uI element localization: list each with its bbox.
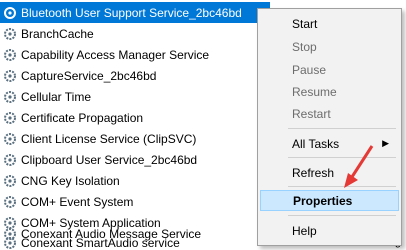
service-gear-icon — [4, 69, 16, 82]
menu-separator — [288, 157, 396, 158]
service-gear-icon — [4, 111, 16, 124]
menu-item-properties[interactable]: Properties — [260, 190, 399, 211]
service-row-com-event-system[interactable]: COM+ Event System — [0, 191, 270, 212]
menu-item-label: Restart — [292, 106, 331, 121]
service-gear-icon — [4, 195, 16, 208]
service-row-captureservice[interactable]: CaptureService_2bc46bd — [0, 65, 270, 86]
service-name: CNG Key Isolation — [21, 173, 120, 188]
menu-separator — [288, 215, 396, 216]
service-name: COM+ Event System — [21, 194, 134, 209]
menu-separator — [288, 128, 396, 129]
menu-item-label: Help — [292, 223, 317, 238]
service-name: Clipboard User Service_2bc46bd — [21, 152, 198, 167]
service-row-branchcache[interactable]: BranchCache — [0, 23, 270, 44]
submenu-arrow-icon: ▶ — [382, 138, 389, 148]
service-row-cellular-time[interactable]: Cellular Time — [0, 86, 270, 107]
service-name: Cellular Time — [21, 89, 92, 104]
menu-item-refresh[interactable]: Refresh — [260, 162, 399, 183]
service-row-client-license[interactable]: Client License Service (ClipSVC) — [0, 128, 270, 149]
menu-item-label: Refresh — [292, 165, 335, 180]
menu-item-pause[interactable]: Pause — [260, 59, 399, 80]
service-row-cng-key-isolation[interactable]: CNG Key Isolation — [0, 170, 270, 191]
service-name: Certificate Propagation — [21, 110, 144, 125]
service-name: Bluetooth User Support Service_2bc46bd — [21, 5, 242, 20]
service-gear-icon — [4, 6, 16, 19]
menu-item-start[interactable]: Start — [260, 13, 399, 34]
service-row-capability-access[interactable]: Capability Access Manager Service — [0, 44, 270, 65]
menu-item-help[interactable]: Help — [260, 220, 399, 241]
menu-separator — [288, 186, 396, 187]
service-name: CaptureService_2bc46bd — [21, 68, 157, 83]
service-gear-icon — [4, 90, 16, 103]
menu-item-label: Start — [292, 16, 318, 31]
service-name: BranchCache — [21, 26, 94, 41]
service-row-certificate-propagation[interactable]: Certificate Propagation — [0, 107, 270, 128]
menu-item-label: Pause — [292, 62, 327, 77]
menu-item-label: Properties — [293, 193, 353, 208]
menu-item-all-tasks[interactable]: All Tasks ▶ — [260, 133, 399, 154]
menu-item-label: Stop — [292, 39, 317, 54]
service-gear-icon — [4, 174, 16, 187]
menu-item-stop[interactable]: Stop — [260, 36, 399, 57]
service-gear-icon — [4, 48, 16, 61]
menu-item-label: All Tasks — [292, 136, 340, 151]
service-gear-icon — [4, 153, 16, 166]
service-name: Capability Access Manager Service — [21, 47, 210, 62]
menu-item-resume[interactable]: Resume — [260, 81, 399, 102]
service-gear-icon — [4, 132, 16, 145]
service-name: Client License Service (ClipSVC) — [21, 131, 197, 146]
service-gear-icon — [4, 27, 16, 40]
menu-item-restart[interactable]: Restart — [260, 103, 399, 124]
service-row-bluetooth-user-support[interactable]: Bluetooth User Support Service_2bc46bd — [0, 2, 270, 23]
service-row-clipboard-user[interactable]: Clipboard User Service_2bc46bd — [0, 149, 270, 170]
menu-item-label: Resume — [292, 84, 337, 99]
context-menu: Start Stop Pause Resume Restart All Task… — [257, 8, 402, 246]
